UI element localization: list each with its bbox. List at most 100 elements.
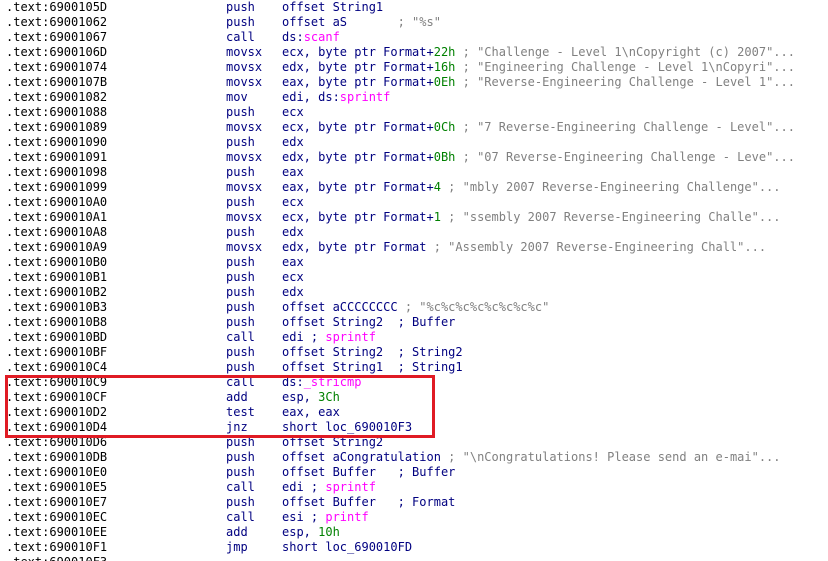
code-line[interactable]: .text:69001067 call ds:scanf [0,30,828,45]
code-line[interactable]: .text:69001099 movsx eax, byte ptr Format+… [0,180,828,195]
address-label: .text:690010C4 [6,360,108,374]
symbol-reference[interactable]: printf [325,510,368,524]
address-label: .text:69001082 [6,90,108,104]
address-label: .text:690010B8 [6,315,108,329]
code-line[interactable]: .text:690010DB push offset aCongratulation… [0,450,828,465]
code-line[interactable]: .text:690010EC call esi ; printf [0,510,828,525]
instruction-mnemonic: push [226,105,255,119]
code-line[interactable]: .text:69001089 movsx ecx, byte ptr Format+… [0,120,828,135]
code-line[interactable]: .text:690010C9 call ds:_stricmp [0,375,828,390]
code-line[interactable]: .text:690010B8 push offset String2 ; Buffe… [0,315,828,330]
operand-text: esi ; [282,510,326,524]
address-label: .text:690010A1 [6,210,108,224]
code-line[interactable]: .text:6900107B movsx eax, byte ptr Format+… [0,75,828,90]
address-label: .text:690010BF [6,345,108,359]
code-line[interactable]: .text:690010E5 call edi ; sprintf [0,480,828,495]
code-line[interactable]: .text:690010F3 [0,555,828,561]
instruction-operands: edx [282,135,304,150]
operand-text: edi, ds: [282,90,340,104]
symbol-reference[interactable]: sprintf [340,90,391,104]
instruction-operands: offset String1 ; String1 [282,360,463,375]
operand-text: ecx [282,105,304,119]
address-label: .text:690010F3 [6,555,107,561]
code-line[interactable]: .text:690010A0 push ecx [0,195,828,210]
comment-text: ; "Reverse-Engineering Challenge - Level… [455,75,795,89]
symbol-reference[interactable]: sprintf [325,330,376,344]
instruction-operands: eax [282,165,304,180]
instruction-operands: esp, 10h [282,525,340,540]
operand-text: offset aCCCCCCCC [282,300,398,314]
operand-text: ecx [282,270,304,284]
code-line[interactable]: .text:690010BF push offset String2 ; Strin… [0,345,828,360]
instruction-operands: offset aCCCCCCCC ; "%c%c%c%c%c%c%c%c" [282,300,549,315]
instruction-mnemonic: movsx [226,240,263,254]
operand-text: offset String2 [282,345,398,359]
code-line[interactable]: .text:69001062 push offset aS ; "%s" [0,15,828,30]
address-label: .text:690010EC [6,510,108,524]
comment-text: ; "ssembly 2007 Reverse-Engineering Chal… [440,210,781,224]
instruction-operands: offset aCongratulation ; "\nCongratulati… [282,450,781,465]
instruction-operands: ds:scanf [282,30,340,45]
operand-text: offset String2 [282,435,384,449]
code-line[interactable]: .text:690010C4 push offset String1 ; Strin… [0,360,828,375]
code-line[interactable]: .text:690010B0 push eax [0,255,828,270]
operand-text: eax, eax [282,405,340,419]
instruction-operands: offset Buffer ; Format [282,495,455,510]
instruction-mnemonic: movsx [226,60,263,74]
operand-text: ds: [282,375,304,389]
code-line[interactable]: .text:690010D2 test eax, eax [0,405,828,420]
address-label: .text:69001088 [6,105,108,119]
instruction-mnemonic: add [226,390,248,404]
symbol-reference[interactable]: scanf [304,30,340,44]
operand-text: eax, byte ptr Format+ [282,75,434,89]
instruction-operands: ecx [282,195,304,210]
code-line[interactable]: .text:69001082 mov edi, ds:sprintf [0,90,828,105]
code-line[interactable]: .text:690010B2 push edx [0,285,828,300]
operand-text: ; String2 [397,345,463,359]
code-line[interactable]: .text:690010A1 movsx ecx, byte ptr Format+… [0,210,828,225]
code-line[interactable]: .text:690010EE add esp, 10h [0,525,828,540]
address-label: .text:690010E0 [6,465,108,479]
operand-text: edx [282,225,304,239]
code-line[interactable]: .text:69001088 push ecx [0,105,828,120]
address-label: .text:690010B1 [6,270,108,284]
code-line[interactable]: .text:690010A9 movsx edx, byte ptr Format … [0,240,828,255]
address-label: .text:69001074 [6,60,108,74]
instruction-mnemonic: movsx [226,75,263,89]
operand-text: edx [282,285,304,299]
numeric-constant: 0Eh [433,75,456,89]
code-line[interactable]: .text:690010D4 jnz short loc_690010F3 [0,420,828,435]
code-line[interactable]: .text:690010E0 push offset Buffer ; Buffer [0,465,828,480]
disassembly-listing[interactable]: .text:6900105D push offset String1 .text:69… [0,0,828,561]
comment-text: ; "mbly 2007 Reverse-Engineering Challen… [440,180,781,194]
instruction-operands: eax [282,255,304,270]
instruction-mnemonic: push [226,300,255,314]
code-line[interactable]: .text:690010BD call edi ; sprintf [0,330,828,345]
instruction-mnemonic: push [226,360,255,374]
instruction-mnemonic: add [226,525,248,539]
code-line[interactable]: .text:690010A8 push edx [0,225,828,240]
code-line[interactable]: .text:6900105D push offset String1 [0,0,828,15]
code-line[interactable]: .text:6900106D movsx ecx, byte ptr Format+… [0,45,828,60]
address-label: .text:6900105D [6,0,108,14]
symbol-reference[interactable]: sprintf [325,480,376,494]
instruction-operands: eax, byte ptr Format+4 ; "mbly 2007 Reve… [282,180,781,195]
address-label: .text:69001098 [6,165,108,179]
instruction-mnemonic: push [226,495,255,509]
code-line[interactable]: .text:69001098 push eax [0,165,828,180]
operand-text: ; Buffer [397,315,456,329]
code-line[interactable]: .text:690010B1 push ecx [0,270,828,285]
code-line[interactable]: .text:690010D6 push offset String2 [0,435,828,450]
address-label: .text:690010B2 [6,285,108,299]
code-line[interactable]: .text:690010B3 push offset aCCCCCCCC ; "%c… [0,300,828,315]
symbol-reference[interactable]: _stricmp [304,375,362,389]
code-line[interactable]: .text:69001074 movsx edx, byte ptr Format+… [0,60,828,75]
code-line[interactable]: .text:69001090 push edx [0,135,828,150]
instruction-mnemonic: push [226,450,255,464]
code-line[interactable]: .text:690010E7 push offset Buffer ; Format [0,495,828,510]
numeric-constant: 0Bh [433,150,456,164]
operand-text: edx, byte ptr Format+ [282,60,434,74]
code-line[interactable]: .text:69001091 movsx edx, byte ptr Format+… [0,150,828,165]
code-line[interactable]: .text:690010CF add esp, 3Ch [0,390,828,405]
code-line[interactable]: .text:690010F1 jmp short loc_690010FD [0,540,828,555]
